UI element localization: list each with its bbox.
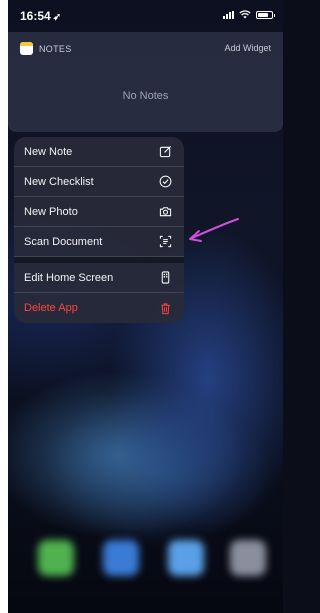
time-text: 16:54 (20, 9, 51, 23)
widget-title: NOTES (39, 43, 72, 54)
safari-app-icon[interactable] (168, 540, 204, 576)
menu-item-new-note[interactable]: New Note (14, 137, 184, 167)
phone-edit-icon (158, 271, 172, 285)
empty-state-text: No Notes (122, 90, 169, 102)
menu-item-label: New Checklist (24, 175, 94, 188)
menu-item-label: Delete App (24, 302, 78, 314)
annotation-arrow-icon (189, 218, 239, 242)
menu-item-new-checklist[interactable]: New Checklist (14, 167, 184, 197)
menu-item-delete-app[interactable]: Delete App (14, 293, 184, 323)
camera-icon (158, 205, 172, 219)
location-arrow-icon: ➶ (52, 12, 62, 23)
menu-item-edit-home-screen[interactable]: Edit Home Screen (14, 263, 184, 293)
menu-item-new-photo[interactable]: New Photo (14, 197, 184, 227)
wifi-icon (239, 10, 251, 19)
menu-item-label: Edit Home Screen (24, 271, 114, 284)
status-bar: 16:54 ➶ (8, 0, 283, 30)
dock (8, 530, 283, 590)
status-time: 16:54 ➶ (20, 9, 61, 23)
messages-app-icon[interactable] (38, 540, 74, 576)
compose-icon (158, 145, 172, 159)
menu-item-scan-document[interactable]: Scan Document (14, 227, 184, 257)
mail-app-icon[interactable] (103, 540, 139, 576)
add-widget-button[interactable]: Add Widget (224, 43, 271, 53)
menu-item-label: New Photo (24, 205, 78, 218)
notes-widget[interactable]: NOTES Add Widget No Notes (8, 32, 283, 132)
battery-icon (256, 11, 275, 19)
menu-item-label: New Note (24, 145, 73, 158)
context-menu: New Note New Checklist New Photo Scan Do… (14, 137, 184, 323)
left-edge-strip (0, 0, 8, 613)
widget-header: NOTES (20, 42, 72, 55)
trash-icon (158, 301, 172, 315)
status-icons (223, 10, 275, 19)
notes-app-icon (20, 42, 33, 55)
scan-document-icon (158, 235, 172, 249)
cellular-signal-icon (223, 11, 234, 19)
settings-app-icon[interactable] (230, 540, 266, 576)
menu-item-label: Scan Document (24, 235, 103, 248)
checkmark-circle-icon (158, 175, 172, 189)
